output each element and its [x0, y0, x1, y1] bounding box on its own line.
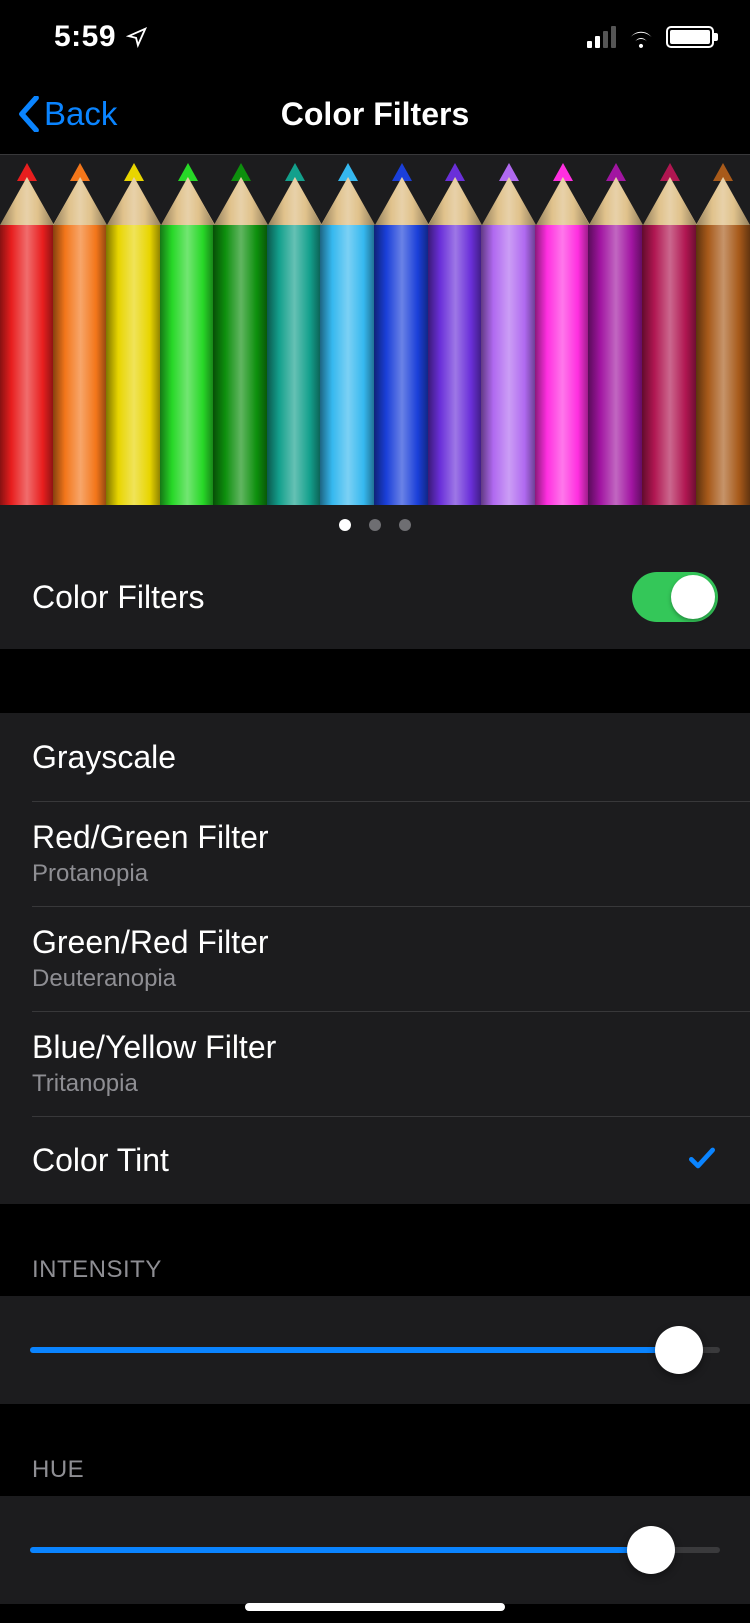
pencil: [428, 155, 484, 505]
filter-option-color-tint[interactable]: Color Tint: [0, 1116, 750, 1204]
option-subtitle: Tritanopia: [32, 1070, 276, 1098]
option-title: Color Tint: [32, 1142, 169, 1179]
filter-option-green-red-filter[interactable]: Green/Red Filter Deuteranopia: [0, 906, 750, 1011]
home-indicator[interactable]: [245, 1603, 505, 1611]
pencil: [535, 155, 591, 505]
hue-slider-cell: [0, 1496, 750, 1604]
option-title: Red/Green Filter: [32, 819, 269, 856]
option-title: Blue/Yellow Filter: [32, 1029, 276, 1066]
filter-options-group: Grayscale Red/Green Filter Protanopia Green…: [0, 713, 750, 1204]
intensity-slider-cell: [0, 1296, 750, 1404]
pencil: [374, 155, 430, 505]
pencil: [320, 155, 376, 505]
pencil: [160, 155, 216, 505]
status-bar: 5:59: [0, 0, 750, 74]
toggle-switch[interactable]: [632, 572, 718, 622]
hue-header: HUE: [0, 1404, 750, 1496]
status-left: 5:59: [54, 20, 148, 54]
pencil: [53, 155, 109, 505]
cellular-icon: [587, 26, 616, 48]
status-time: 5:59: [54, 20, 116, 54]
status-right: [587, 26, 714, 48]
back-label: Back: [44, 95, 117, 133]
spacer: [0, 649, 750, 713]
toggle-group: Color Filters: [0, 545, 750, 649]
location-icon: [126, 26, 148, 48]
pencil: [696, 155, 750, 505]
page-dot[interactable]: [339, 519, 351, 531]
intensity-slider[interactable]: [30, 1328, 720, 1372]
color-preview[interactable]: [0, 154, 750, 545]
back-button[interactable]: Back: [18, 95, 117, 133]
wifi-icon: [626, 26, 656, 48]
page-indicator[interactable]: [0, 505, 750, 545]
pencil-row: [0, 155, 750, 505]
pencil: [267, 155, 323, 505]
pencil: [106, 155, 162, 505]
page-dot[interactable]: [399, 519, 411, 531]
pencil: [0, 155, 55, 505]
battery-icon: [666, 26, 714, 48]
option-title: Grayscale: [32, 739, 176, 776]
color-filters-toggle-cell[interactable]: Color Filters: [0, 545, 750, 649]
option-subtitle: Deuteranopia: [32, 965, 269, 993]
checkmark-icon: [686, 1142, 718, 1179]
filter-option-grayscale[interactable]: Grayscale: [0, 713, 750, 801]
pencil: [642, 155, 698, 505]
chevron-left-icon: [18, 96, 40, 132]
filter-option-red-green-filter[interactable]: Red/Green Filter Protanopia: [0, 801, 750, 906]
toggle-label: Color Filters: [32, 579, 204, 616]
pencil: [481, 155, 537, 505]
pencil: [588, 155, 644, 505]
intensity-header: INTENSITY: [0, 1204, 750, 1296]
page-dot[interactable]: [369, 519, 381, 531]
filter-option-blue-yellow-filter[interactable]: Blue/Yellow Filter Tritanopia: [0, 1011, 750, 1116]
nav-bar: Back Color Filters: [0, 74, 750, 154]
option-subtitle: Protanopia: [32, 860, 269, 888]
option-title: Green/Red Filter: [32, 924, 269, 961]
pencil: [213, 155, 269, 505]
hue-slider[interactable]: [30, 1528, 720, 1572]
